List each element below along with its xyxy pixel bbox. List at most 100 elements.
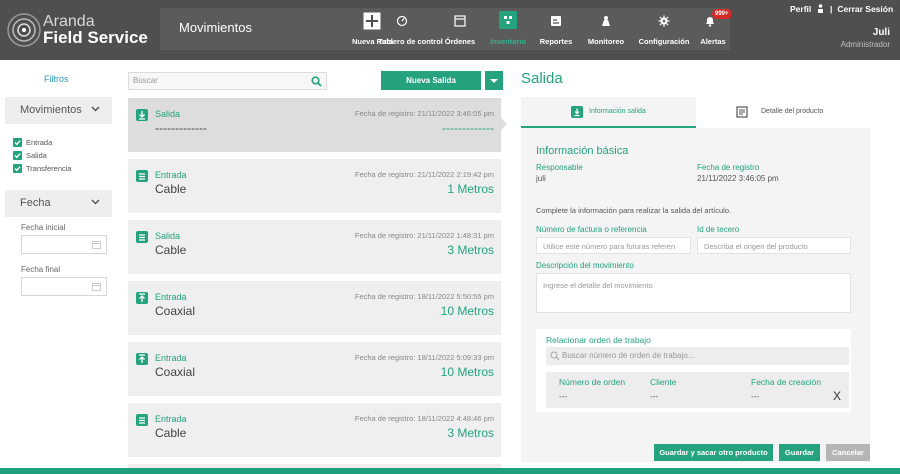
gear-icon <box>658 15 670 27</box>
nav-label: Inventario <box>490 37 526 46</box>
order-number-value: --- <box>559 392 567 401</box>
movement-product: Cable <box>155 182 187 196</box>
cancel-button[interactable]: Cancelar <box>826 444 870 461</box>
profile-link[interactable]: Perfil <box>790 4 824 14</box>
aranda-logo-icon <box>7 13 41 47</box>
detail-panel: Información salida Detalle del producto … <box>521 97 870 462</box>
movement-type: Entrada <box>155 170 187 180</box>
responsible-label: Responsable <box>536 163 583 172</box>
invoice-input[interactable]: Utilice este número para futuras referen <box>536 237 691 254</box>
save-button[interactable]: Guardar <box>779 444 820 461</box>
new-exit-button[interactable]: Nueva Salida <box>381 71 481 90</box>
movement-product: Coaxial <box>155 304 196 318</box>
movement-date: Fecha de registro: 18/11/2022 4:48:46 pm <box>354 414 494 423</box>
logout-link[interactable]: | Cerrar Sesión <box>830 4 893 14</box>
client-value: --- <box>650 392 658 401</box>
list-search-input[interactable] <box>133 76 303 85</box>
checkbox-label: Salida <box>26 151 47 160</box>
new-dropdown-button[interactable] <box>485 71 503 90</box>
section-title: Información básica <box>536 145 629 157</box>
calendar-icon <box>92 283 101 291</box>
start-date-input[interactable] <box>21 235 107 254</box>
user-name: Juli <box>872 27 890 38</box>
movement-card[interactable]: Entrada Coaxial Fecha de registro: 18/11… <box>128 281 501 335</box>
movement-date: Fecha de registro: 21/11/2022 3:46:05 pm <box>354 109 494 118</box>
logout-link-label: Cerrar Sesión <box>837 4 894 14</box>
alert-count-badge: 999+ <box>712 9 732 19</box>
invoice-label: Número de factura o referencia <box>536 225 647 234</box>
bottom-accent-bar <box>0 468 900 474</box>
nav-configuracion[interactable]: Configuración <box>636 8 692 50</box>
end-date-input[interactable] <box>21 277 107 296</box>
detail-title: Salida <box>521 70 563 87</box>
movement-product: Coaxial <box>155 365 196 379</box>
work-order-title: Relacionar orden de trabajo <box>546 335 651 345</box>
description-textarea[interactable]: Ingrese el detalle del movimiento <box>536 273 851 313</box>
page-title-box: Movimientos <box>160 8 352 50</box>
movement-quantity: 3 Metros <box>447 426 494 440</box>
movement-card[interactable]: Entrada Coaxial Fecha de registro: 18/11… <box>128 342 501 396</box>
checkbox-checked-icon <box>13 138 22 147</box>
reports-icon <box>551 16 561 26</box>
end-date-label: Fecha final <box>21 265 61 274</box>
movement-type: Salida <box>155 109 181 119</box>
movement-date: Fecha de registro: 18/11/2022 5:09:33 pm <box>354 353 494 362</box>
person-icon <box>817 4 823 13</box>
app-header: Aranda Field Service Movimientos Nueva R… <box>0 0 900 60</box>
search-icon[interactable] <box>311 76 322 87</box>
selection-pointer <box>501 118 507 130</box>
nav-ordenes[interactable]: Órdenes <box>438 8 482 50</box>
movement-date: Fecha de registro: 21/11/2022 1:48:31 pm <box>354 231 494 240</box>
nav-label: Órdenes <box>444 37 476 46</box>
user-role: Administrador <box>840 40 890 49</box>
movement-quantity: 10 Metros <box>440 365 494 379</box>
save-and-add-another-button[interactable]: Guardar y sacar otro producto <box>654 444 773 461</box>
nav-monitoreo[interactable]: Monitoreo <box>584 8 628 50</box>
movement-date: Fecha de registro: 21/11/2022 2:19:42 pm <box>354 170 494 179</box>
responsible-value: juli <box>536 174 546 183</box>
filters-title: Filtros <box>44 74 69 84</box>
creation-date-value: --- <box>751 392 759 401</box>
movement-date: Fecha de registro: 18/11/2022 5:50:55 pm <box>354 292 494 301</box>
instruction-text: Complete la información para realizar la… <box>536 206 732 215</box>
profile-link-label: Perfil <box>790 4 812 14</box>
work-order-table: Número de orden Cliente Fecha de creació… <box>546 372 849 408</box>
movement-card[interactable]: Entrada Cable Fecha de registro: 21/11/2… <box>128 159 501 213</box>
description-label: Descripción del movimiento <box>536 261 634 270</box>
registration-date-value: 21/11/2022 3:46:05 pm <box>697 174 779 183</box>
movement-card[interactable]: Salida ------------- Fecha de registro: … <box>128 98 507 152</box>
entry-icon <box>136 292 148 304</box>
nav-label: Alertas <box>700 37 726 46</box>
work-order-search-input[interactable]: Buscar número de orden de trabajo... <box>546 347 849 365</box>
movement-quantity: ------------- <box>442 121 494 135</box>
nav-tablero[interactable]: Tablero de control <box>378 8 443 50</box>
third-party-label: Id de tecero <box>697 225 740 234</box>
detail-tabs: Información salida Detalle del producto <box>521 97 870 128</box>
nav-reportes[interactable]: Reportes <box>534 8 578 50</box>
movement-card[interactable]: Salida Cable Fecha de registro: 21/11/20… <box>128 220 501 274</box>
movement-type: Entrada <box>155 353 187 363</box>
remove-order-button[interactable]: X <box>833 389 841 403</box>
date-filter-toggle[interactable]: Fecha <box>5 190 112 217</box>
column-header-client: Cliente <box>650 377 677 387</box>
third-party-input[interactable]: Describa el origen del producto <box>697 237 851 254</box>
movement-card[interactable]: Entrada Cable Fecha de registro: 18/11/2… <box>128 403 501 457</box>
tab-product-detail[interactable]: Detalle del producto <box>696 97 870 128</box>
nav-label: Reportes <box>539 37 573 46</box>
movements-filter-toggle[interactable]: Movimientos <box>5 97 112 124</box>
date-filter-label: Fecha <box>20 197 51 209</box>
entry-icon <box>136 170 148 182</box>
brand-name-bottom: Field Service <box>43 28 148 47</box>
exit-icon <box>136 231 148 243</box>
main-nav: Nueva Ruta Tablero de control Órdenes In… <box>352 8 732 50</box>
page-title: Movimientos <box>179 20 252 35</box>
chevron-down-icon <box>91 106 100 112</box>
calendar-icon <box>92 241 101 249</box>
checkbox-checked-icon <box>13 151 22 160</box>
tab-label: Detalle del producto <box>761 108 824 115</box>
nav-inventario[interactable]: Inventario <box>486 8 530 50</box>
tab-exit-info[interactable]: Información salida <box>521 97 696 128</box>
column-header-order-number: Número de orden <box>559 377 626 387</box>
movement-type: Salida <box>155 231 181 241</box>
nav-alertas[interactable]: 999+ Alertas <box>696 8 732 50</box>
